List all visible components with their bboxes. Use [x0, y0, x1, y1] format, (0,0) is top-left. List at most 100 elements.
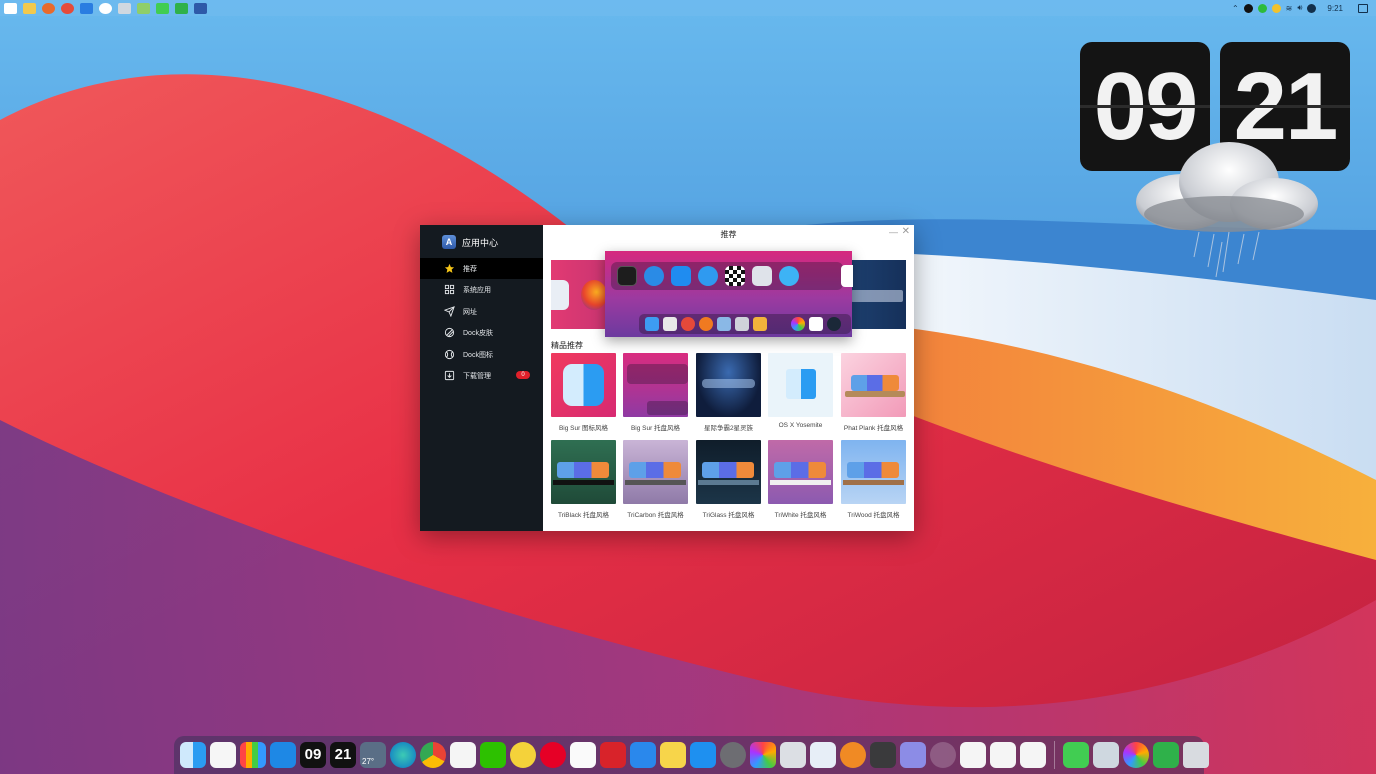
weather-icon[interactable]: 27°	[360, 742, 386, 768]
preview-dock	[553, 480, 614, 485]
sidebar-item-recommend[interactable]: 推荐	[420, 258, 543, 279]
close-button[interactable]: ✕	[902, 226, 910, 237]
chrome-icon[interactable]	[61, 2, 74, 14]
skin-card-os-x-yosemite[interactable]: OS X Yosemite	[768, 353, 833, 429]
chrome-icon[interactable]	[420, 742, 446, 768]
browser-icon[interactable]	[510, 742, 536, 768]
rain-cloud-icon	[1136, 142, 1318, 278]
qt-icon[interactable]	[156, 2, 169, 14]
windows-icon[interactable]	[270, 742, 296, 768]
notes-icon[interactable]	[660, 742, 686, 768]
home-icon[interactable]	[210, 742, 236, 768]
red-app-icon[interactable]	[600, 742, 626, 768]
section-title: 精品推荐	[551, 341, 583, 350]
skin-caption: TriCarbon 托盘风格	[627, 512, 684, 519]
chevron-down-icon-2[interactable]	[1020, 742, 1046, 768]
steam-icon	[827, 317, 841, 331]
magnifier-icon[interactable]	[810, 742, 836, 768]
skin-thumbnail	[623, 353, 688, 417]
qq-icon[interactable]	[450, 742, 476, 768]
skin-caption: TriWhite 托盘风格	[774, 512, 827, 519]
launcher-icon[interactable]	[194, 2, 207, 14]
chess-icon	[725, 266, 745, 286]
more-icon[interactable]	[960, 742, 986, 768]
preview-dock	[627, 364, 688, 384]
skin-card-big-sur-tray[interactable]: Big Sur 托盘风格	[623, 353, 688, 432]
chevron-down-icon[interactable]	[990, 742, 1016, 768]
qt-creator-icon[interactable]	[1063, 742, 1089, 768]
skin-card-triwhite[interactable]: TriWhite 托盘风格	[768, 440, 833, 519]
blue-app-icon[interactable]	[80, 2, 93, 14]
wifi-icon[interactable]: ≋	[1286, 4, 1293, 13]
sidebar-header: A 应用中心	[442, 234, 498, 250]
netease-music-icon[interactable]	[540, 742, 566, 768]
skin-card-triblack[interactable]: TriBlack 托盘风格	[551, 440, 616, 519]
brush-icon	[444, 327, 455, 338]
sidebar-item-urls[interactable]: 网址	[420, 301, 543, 322]
app-store-icon	[671, 266, 691, 286]
tray-yellow-icon[interactable]	[1271, 3, 1281, 13]
quicktime-icon	[779, 266, 799, 286]
music-icon	[809, 317, 823, 331]
star-icon	[444, 263, 455, 274]
app-store-icon[interactable]	[690, 742, 716, 768]
safari-icon	[698, 266, 718, 286]
finder-icon[interactable]	[180, 742, 206, 768]
calculator-icon[interactable]	[870, 742, 896, 768]
wechat-tray-icon[interactable]	[1257, 3, 1267, 13]
folder-icon[interactable]	[23, 2, 36, 14]
music-icon[interactable]	[570, 742, 596, 768]
download-icon	[444, 370, 455, 381]
minimize-button[interactable]: —	[889, 227, 898, 237]
files-icon[interactable]	[1093, 742, 1119, 768]
firefox-icon[interactable]	[42, 2, 55, 14]
screenshot-icon	[735, 317, 749, 331]
clock-minutes-icon[interactable]: 21	[330, 742, 356, 768]
qq-tray-icon[interactable]	[1243, 3, 1253, 13]
volume-icon[interactable]: 🔊︎	[1297, 3, 1302, 13]
sidebar-item-downloads[interactable]: 下载管理 0	[420, 365, 543, 386]
chevron-up-icon[interactable]: ⌃	[1232, 4, 1239, 13]
windows-start-icon[interactable]	[4, 2, 17, 14]
orange-app-icon[interactable]	[840, 742, 866, 768]
sidebar-item-label: Dock皮肤	[463, 329, 493, 337]
pen-app-icon[interactable]	[630, 742, 656, 768]
calendar-icon	[841, 265, 853, 287]
finder-icon	[563, 364, 604, 406]
photos-icon[interactable]	[750, 742, 776, 768]
launchpad-icon	[663, 317, 677, 331]
skin-card-starcraft[interactable]: 星际争霸2星灵族	[696, 353, 761, 432]
sidebar-item-system-apps[interactable]: 系统应用	[420, 279, 543, 300]
skin-card-triglass[interactable]: TriGlass 托盘风格	[696, 440, 761, 519]
language-icon[interactable]	[1307, 3, 1317, 13]
photos-icon	[791, 317, 805, 331]
paper-plane-icon	[443, 306, 455, 318]
sidebar-item-dock-skins[interactable]: Dock皮肤	[420, 322, 543, 343]
skin-card-big-sur-icons[interactable]: Big Sur 图标风格	[551, 353, 616, 432]
qt-icon[interactable]	[1153, 742, 1179, 768]
taskbar-clock[interactable]: 9:21	[1327, 4, 1343, 13]
clock-hours-icon[interactable]: 09	[300, 742, 326, 768]
monitor-icon[interactable]	[118, 2, 131, 14]
white-app-icon[interactable]	[99, 2, 112, 14]
cat-icon[interactable]	[137, 2, 150, 14]
edge-icon[interactable]	[390, 742, 416, 768]
wechat-icon[interactable]	[480, 742, 506, 768]
skin-caption: Big Sur 托盘风格	[630, 425, 681, 432]
skin-card-tricarbon[interactable]: TriCarbon 托盘风格	[623, 440, 688, 519]
skin-card-phat-plank[interactable]: Phat Plank 托盘风格	[841, 353, 906, 432]
launchpad-icon[interactable]	[240, 742, 266, 768]
skin-card-triwood[interactable]: TriWood 托盘风格	[841, 440, 906, 519]
notification-icon[interactable]	[1358, 3, 1368, 13]
system-prefs-icon[interactable]	[720, 742, 746, 768]
speaker-icon[interactable]	[900, 742, 926, 768]
screenshot-icon[interactable]	[780, 742, 806, 768]
sidebar-item-dock-icons[interactable]: Dock图标	[420, 344, 543, 365]
power-icon[interactable]	[930, 742, 956, 768]
color-wheel-icon[interactable]	[1123, 742, 1149, 768]
skin-thumbnail	[551, 353, 616, 417]
trash-icon[interactable]	[1183, 742, 1209, 768]
app-center-window: A 应用中心 推荐 系统应用 网址 Dock皮肤 Dock图标 下载管理 0 推…	[420, 225, 914, 531]
qt-green-icon[interactable]	[175, 2, 188, 14]
skin-thumbnail	[696, 440, 761, 504]
